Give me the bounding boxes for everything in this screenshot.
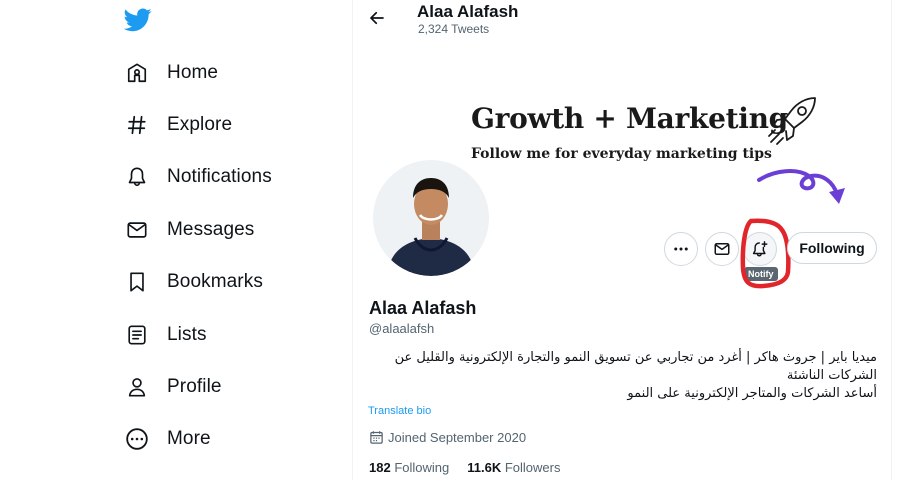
sidebar-item-more[interactable]: More (112, 417, 332, 461)
back-button[interactable] (365, 6, 389, 30)
profile-column: Alaa Alafash 2,324 Tweets Growth + Marke… (352, 0, 892, 480)
profile-header-bar: Alaa Alafash 2,324 Tweets (353, 0, 891, 48)
profile-handle: @alaalafsh (369, 321, 435, 336)
bookmark-icon (124, 269, 150, 295)
sidebar-item-messages[interactable]: Messages (112, 208, 332, 252)
twitter-bird-icon[interactable] (123, 8, 152, 32)
more-options-button[interactable] (664, 232, 698, 266)
header-tweet-count: 2,324 Tweets (418, 22, 490, 36)
following-count: 182 (369, 460, 391, 475)
followers-count-link[interactable]: 11.6K Followers (467, 460, 560, 475)
profile-name: Alaa Alafash (369, 298, 477, 318)
list-icon (124, 322, 150, 348)
following-button[interactable]: Following (787, 232, 877, 264)
message-button[interactable] (705, 232, 739, 266)
header-name: Alaa Alafash (417, 2, 519, 21)
curved-arrow-icon (757, 166, 849, 217)
more-circle-icon (124, 426, 150, 452)
rocket-icon (765, 92, 821, 153)
profile-bio: ميديا باير | جروث هاكر | أغرد من تجاربي … (369, 349, 877, 403)
following-label: Following (394, 460, 450, 475)
sidebar-item-label: Home (167, 62, 219, 83)
sidebar-item-label: Profile (167, 376, 222, 397)
sidebar-item-label: Bookmarks (167, 271, 263, 292)
followers-count: 11.6K (467, 460, 502, 475)
following-count-link[interactable]: 182 Following (369, 460, 449, 475)
translate-bio-link[interactable]: Translate bio (368, 405, 431, 417)
banner-subtitle: Follow me for everyday marketing tips (471, 146, 772, 162)
sidebar-item-label: Lists (167, 324, 207, 345)
sidebar-item-label: Messages (167, 219, 255, 240)
hashtag-icon (124, 112, 150, 138)
banner-title: Growth + Marketing (471, 102, 788, 135)
envelope-icon (714, 243, 730, 255)
followers-label: Followers (504, 460, 561, 475)
sidebar-item-label: More (167, 428, 211, 449)
bell-icon (124, 164, 150, 190)
sidebar-item-notifications[interactable]: Notifications (112, 155, 332, 199)
sidebar-item-bookmarks[interactable]: Bookmarks (112, 260, 332, 304)
arrow-left-icon (370, 11, 384, 25)
more-dots-icon (674, 247, 688, 251)
sidebar-item-home[interactable]: Home (112, 51, 332, 95)
bio-line: ميديا باير | جروث هاكر | أغرد من تجاربي … (394, 350, 877, 383)
sidebar-item-label: Notifications (167, 166, 272, 187)
person-icon (124, 374, 150, 400)
sidebar-item-label: Explore (167, 114, 233, 135)
home-icon (124, 60, 150, 86)
joined-date: Joined September 2020 (369, 430, 526, 445)
joined-text: Joined September 2020 (388, 430, 527, 445)
bio-line: أساعد الشركات والمتاجر الإلكترونية على ا… (627, 386, 877, 401)
sidebar: Home Explore Notifications Messages Book… (0, 0, 352, 480)
calendar-icon (370, 431, 383, 444)
follow-stats: 182 Following 11.6K Followers (369, 460, 560, 475)
sidebar-item-profile[interactable]: Profile (112, 365, 332, 409)
right-edge (892, 0, 920, 480)
avatar[interactable] (369, 156, 493, 280)
sidebar-item-explore[interactable]: Explore (112, 103, 332, 147)
red-highlight-circle (737, 216, 795, 297)
sidebar-item-lists[interactable]: Lists (112, 313, 332, 357)
envelope-icon (124, 217, 150, 243)
